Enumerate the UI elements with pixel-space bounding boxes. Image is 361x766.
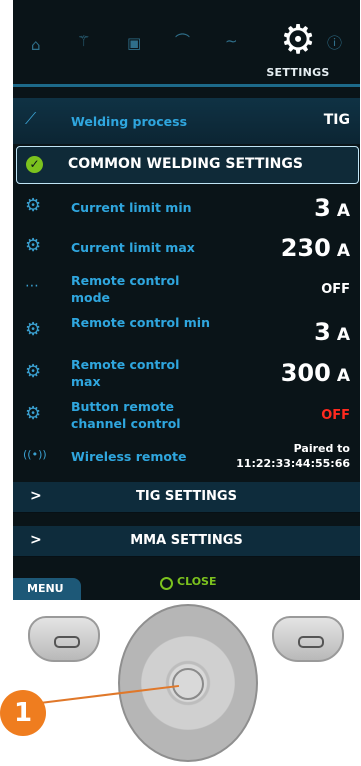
tab-settings[interactable]: ⚙ (261, 18, 335, 62)
setting-value: 3A (314, 194, 350, 222)
control-knob[interactable] (118, 604, 258, 762)
setting-label: Remote control max (71, 357, 180, 389)
close-label: CLOSE (177, 575, 217, 588)
setting-remote-control-max[interactable]: ⚙ Remote control max 300 A (13, 354, 360, 394)
memory-icon[interactable]: ▣ (127, 36, 141, 51)
gear-icon: ⚙ (280, 17, 316, 63)
knob-center[interactable] (172, 668, 204, 700)
tab-underline (13, 84, 360, 87)
wave-icon[interactable]: ∼ (225, 34, 238, 49)
section-mma-settings[interactable]: > MMA SETTINGS (13, 526, 360, 557)
left-hardware-button[interactable] (28, 616, 100, 662)
setting-button-remote-channel-control[interactable]: ⚙ Button remote channel control OFF (13, 396, 360, 436)
setting-value: 3A (314, 318, 350, 346)
setting-wireless-remote[interactable]: ((•)) Wireless remote Paired to 11:22:33… (13, 438, 360, 478)
remote-icon: ⋯ (25, 278, 39, 294)
torch-icon: ⟋ (25, 109, 37, 128)
wireless-icon: ((•)) (23, 448, 47, 461)
setting-current-limit-max[interactable]: ⚙ Current limit max 230 A (13, 230, 360, 270)
setting-remote-control-min[interactable]: ⚙ Remote control min 3A (13, 312, 360, 352)
curve-icon[interactable]: ⌒ (175, 34, 190, 49)
setting-label: Button remote channel control (71, 399, 181, 431)
setting-label: Remote control min (71, 315, 210, 330)
setting-label: Current limit min (71, 200, 192, 215)
callout-marker: 1 (0, 690, 46, 736)
section-title: MMA SETTINGS (130, 533, 243, 548)
check-icon: ✓ (26, 156, 43, 173)
setting-current-limit-min[interactable]: ⚙ Current limit min 3A (13, 190, 360, 230)
gear-icon: ⚙ (25, 403, 42, 424)
gear-icon: ⚙ (25, 361, 42, 382)
setting-label: Remote control mode (71, 273, 180, 305)
setting-value: OFF (321, 408, 350, 423)
welding-process-value: TIG (323, 112, 350, 128)
button-slot-icon (54, 636, 80, 648)
button-slot-icon (298, 636, 324, 648)
wand-icon[interactable]: ⚚ (77, 34, 90, 49)
common-welding-settings-header[interactable]: ✓ COMMON WELDING SETTINGS (16, 146, 359, 184)
common-settings-title: COMMON WELDING SETTINGS (68, 156, 303, 172)
setting-label: Wireless remote (71, 449, 187, 464)
setting-value: 300 A (280, 359, 350, 387)
welding-process-label: Welding process (71, 114, 188, 129)
settings-tab-label: SETTINGS (266, 66, 330, 79)
welding-process-row[interactable]: ⟋ Welding process TIG (13, 98, 360, 144)
close-icon (160, 577, 173, 590)
home-icon[interactable]: ⌂ (31, 38, 41, 53)
setting-value: 230 A (280, 234, 350, 262)
setting-label: Current limit max (71, 240, 195, 255)
info-icon[interactable]: ⓘ (327, 36, 342, 51)
top-navigation: ⌂ ⚚ ▣ ⌒ ∼ ⚙ SETTINGS ⓘ (13, 0, 360, 88)
right-hardware-button[interactable] (272, 616, 344, 662)
wireless-status: Paired to 11:22:33:44:55:66 (236, 442, 350, 470)
device-screen: ⌂ ⚚ ▣ ⌒ ∼ ⚙ SETTINGS ⓘ ⟋ Welding process… (13, 0, 360, 600)
section-title: TIG SETTINGS (136, 489, 237, 504)
menu-button[interactable]: MENU (13, 578, 81, 600)
setting-value: OFF (321, 282, 350, 297)
setting-remote-control-mode[interactable]: ⋯ Remote control mode OFF (13, 270, 360, 310)
section-tig-settings[interactable]: > TIG SETTINGS (13, 482, 360, 513)
gear-icon: ⚙ (25, 235, 42, 256)
gear-icon: ⚙ (25, 195, 42, 216)
gear-icon: ⚙ (25, 319, 42, 340)
